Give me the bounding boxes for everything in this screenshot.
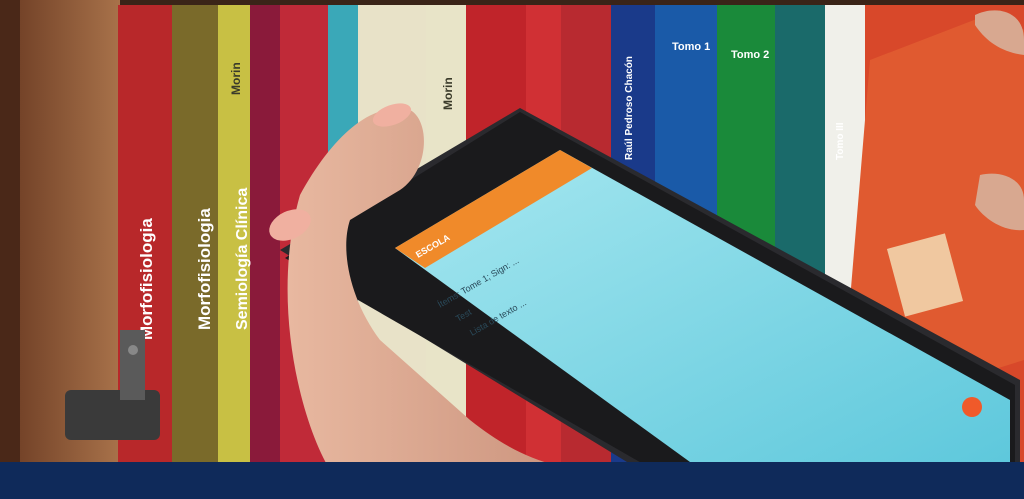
fab-icon[interactable] bbox=[962, 397, 982, 417]
book-title-7: Tomo 2 bbox=[731, 49, 769, 61]
book-title-8: Tomo III bbox=[835, 122, 846, 160]
book-title-5: Raúl Pedroso Chacón bbox=[624, 56, 635, 160]
bookshelf-photo: Morfofisiologia Morfofisiologia Morin Se… bbox=[0, 0, 1024, 499]
book-title-4: Morin bbox=[441, 77, 455, 110]
book-title-1: Morfofisiologia bbox=[195, 208, 214, 330]
book-title-2: Morin bbox=[229, 62, 243, 95]
photo-scene: Morfofisiologia Morfofisiologia Morin Se… bbox=[0, 0, 1024, 499]
book-title-6: Tomo 1 bbox=[672, 41, 710, 53]
book-title-0: Morfofisiologia bbox=[137, 218, 156, 340]
caption-bar bbox=[0, 462, 1024, 499]
book-title-3: Semiología Clínica bbox=[234, 188, 251, 330]
